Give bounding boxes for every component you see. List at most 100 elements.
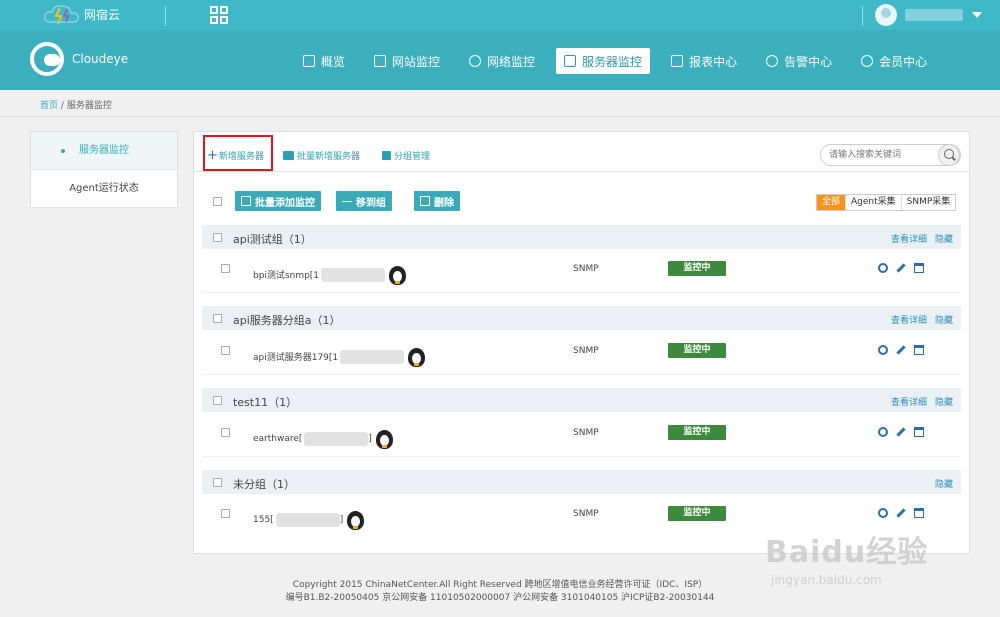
table-row: api测试服务器179[1 SNMP 监控中 xyxy=(202,338,961,368)
edit-icon[interactable] xyxy=(896,345,906,355)
nav-label: 网络监控 xyxy=(487,54,536,69)
row-checkbox[interactable] xyxy=(221,264,230,273)
nav-label: 告警中心 xyxy=(784,54,833,69)
filter-all[interactable]: 全部 xyxy=(817,195,846,210)
select-all-checkbox[interactable] xyxy=(213,197,222,206)
divider xyxy=(0,116,1000,117)
view-detail-link[interactable]: 查看详细 xyxy=(891,313,927,326)
nav-overview[interactable]: 概览 xyxy=(295,48,353,74)
divider xyxy=(165,6,166,26)
group-checkbox[interactable] xyxy=(213,233,222,242)
ip-redacted xyxy=(304,431,369,446)
move-to-group-button[interactable]: 移到组 xyxy=(336,191,392,211)
network-icon xyxy=(469,55,482,67)
gear-icon[interactable] xyxy=(878,345,888,355)
gear-icon[interactable] xyxy=(878,427,888,437)
edit-icon[interactable] xyxy=(896,427,906,437)
alert-icon xyxy=(766,55,779,67)
delete-button[interactable]: 删除 xyxy=(414,191,460,211)
sidebar-item-agent-status[interactable]: Agent运行状态 xyxy=(31,170,177,208)
nav-label: 会员中心 xyxy=(879,54,928,69)
linux-penguin-icon xyxy=(347,511,365,530)
user-icon xyxy=(861,55,874,67)
nav-alert-center[interactable]: 告警中心 xyxy=(758,48,840,74)
nav-report-center[interactable]: 报表中心 xyxy=(663,48,745,74)
avatar[interactable] xyxy=(875,4,897,26)
protocol-label: SNMP xyxy=(573,509,599,519)
top-bar: 网宿云 xyxy=(0,0,1000,30)
server-list-panel: +新增服务器 批量新增服务器 分组管理 批量添加监控 移到组 删除 全部 Age… xyxy=(193,131,970,554)
nav-server-monitor[interactable]: 服务器监控 xyxy=(556,48,651,74)
table-row: bpi测试snmp[1 SNMP 监控中 xyxy=(202,256,961,286)
protocol-label: SNMP xyxy=(573,428,599,438)
view-detail-link[interactable]: 查看详细 xyxy=(891,232,927,245)
row-checkbox[interactable] xyxy=(221,346,230,355)
breadcrumb-home-link[interactable]: 首页 xyxy=(40,101,58,111)
status-badge: 监控中 xyxy=(668,425,726,440)
server-name[interactable]: bpi测试snmp[1 xyxy=(253,268,319,281)
app-grid-icon[interactable] xyxy=(210,6,228,24)
username-redacted[interactable] xyxy=(905,9,963,21)
trash-icon[interactable] xyxy=(914,345,924,355)
sidebar-item-label: 服务器监控 xyxy=(79,145,129,156)
group-checkbox[interactable] xyxy=(213,478,222,487)
group-manage-button[interactable]: 分组管理 xyxy=(382,149,430,162)
protocol-label: SNMP xyxy=(573,346,599,356)
sidebar: 服务器监控 Agent运行状态 xyxy=(30,131,178,208)
add-monitor-icon xyxy=(241,196,251,206)
group-manage-label: 分组管理 xyxy=(394,152,431,162)
gear-icon[interactable] xyxy=(878,508,888,518)
filter-snmp[interactable]: SNMP采集 xyxy=(900,195,956,210)
search-input[interactable] xyxy=(829,148,933,162)
nav-label: 网站监控 xyxy=(392,54,441,69)
batch-add-monitor-button[interactable]: 批量添加监控 xyxy=(235,191,321,211)
report-icon xyxy=(671,55,684,67)
trash-icon[interactable] xyxy=(914,508,924,518)
sidebar-item-server-monitor[interactable]: 服务器监控 xyxy=(31,132,177,170)
hide-link[interactable]: 隐藏 xyxy=(935,313,953,326)
search-icon[interactable] xyxy=(938,144,960,166)
filter-agent[interactable]: Agent采集 xyxy=(845,195,901,210)
batch-add-server-button[interactable]: 批量新增服务器 xyxy=(283,149,360,162)
group-header: api测试组（1） 查看详细 隐藏 xyxy=(202,225,961,249)
cloudeye-logo[interactable]: Cloudeye xyxy=(30,42,128,76)
edit-icon[interactable] xyxy=(896,508,906,518)
group-header: 未分组（1） 隐藏 xyxy=(202,470,961,494)
nav-label: 服务器监控 xyxy=(582,54,643,69)
server-icon xyxy=(564,55,577,67)
button-label: 批量添加监控 xyxy=(255,197,315,209)
edit-icon[interactable] xyxy=(896,263,906,273)
nav-network-monitor[interactable]: 网络监控 xyxy=(461,48,543,74)
table-row: earthware[] SNMP 监控中 xyxy=(202,420,961,450)
row-checkbox[interactable] xyxy=(221,428,230,437)
group-name: api服务器分组a（1） xyxy=(233,314,341,327)
hide-link[interactable]: 隐藏 xyxy=(935,232,953,245)
collect-type-filter: 全部 Agent采集 SNMP采集 xyxy=(816,194,957,211)
linux-penguin-icon xyxy=(375,430,393,449)
group-name: api测试组（1） xyxy=(233,233,312,246)
sidebar-item-label: Agent运行状态 xyxy=(69,183,139,194)
view-detail-link[interactable]: 查看详细 xyxy=(891,395,927,408)
server-name[interactable]: earthware[ xyxy=(253,434,302,444)
hide-link[interactable]: 隐藏 xyxy=(935,395,953,408)
nav-website-monitor[interactable]: 网站监控 xyxy=(366,48,448,74)
trash-icon[interactable] xyxy=(914,427,924,437)
nav-member-center[interactable]: 会员中心 xyxy=(853,48,935,74)
server-name[interactable]: api测试服务器179[1 xyxy=(253,350,338,363)
group-checkbox[interactable] xyxy=(213,314,222,323)
batch-add-server-label: 批量新增服务器 xyxy=(297,152,361,162)
cloud-lightning-icon xyxy=(42,2,84,26)
brand-logo[interactable]: 网宿云 xyxy=(42,2,120,26)
group-name: test11（1） xyxy=(233,396,298,409)
linux-penguin-icon xyxy=(408,348,426,367)
trash-icon[interactable] xyxy=(914,263,924,273)
ip-redacted xyxy=(321,267,386,282)
row-checkbox[interactable] xyxy=(221,509,230,518)
main-navbar: Cloudeye 概览 网站监控 网络监控 服务器监控 报表中心 告警中心 会员… xyxy=(0,30,1000,90)
group-checkbox[interactable] xyxy=(213,396,222,405)
hide-link[interactable]: 隐藏 xyxy=(935,477,953,490)
server-name[interactable]: 155[ xyxy=(253,515,274,525)
gear-icon[interactable] xyxy=(878,263,888,273)
home-icon xyxy=(303,55,315,67)
chevron-down-icon[interactable] xyxy=(972,12,982,18)
